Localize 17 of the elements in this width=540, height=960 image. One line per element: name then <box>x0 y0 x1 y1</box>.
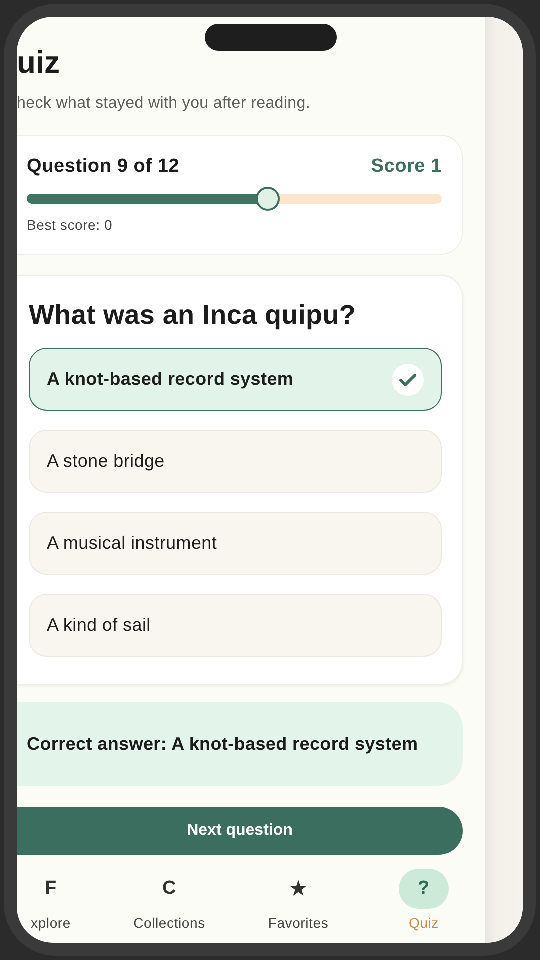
page-subtitle: heck what stayed with you after reading. <box>17 95 312 113</box>
answer-option[interactable]: A knot-based record system <box>29 348 442 411</box>
check-icon <box>391 362 425 396</box>
question-counter: Question 9 of 12 <box>27 156 180 178</box>
page-title: uiz <box>17 46 62 80</box>
next-question-button[interactable]: Next question <box>17 807 463 855</box>
nav-tab[interactable]: ★ Favorites <box>268 869 329 931</box>
answer-option[interactable]: A kind of sail <box>29 594 442 657</box>
question-text: What was an Inca quipu? <box>29 300 358 331</box>
answer-option[interactable]: A stone bridge <box>29 430 442 493</box>
nav-tab[interactable]: F xplore <box>26 869 76 931</box>
feedback-text: Correct answer: A knot-based record system <box>27 734 418 754</box>
progress-thumb[interactable] <box>256 187 280 211</box>
answer-option[interactable]: A musical instrument <box>29 512 442 575</box>
best-score: Best score: 0 <box>27 217 114 233</box>
nav-tab[interactable]: C Collections <box>134 869 206 931</box>
score-label: Score 1 <box>371 156 442 178</box>
